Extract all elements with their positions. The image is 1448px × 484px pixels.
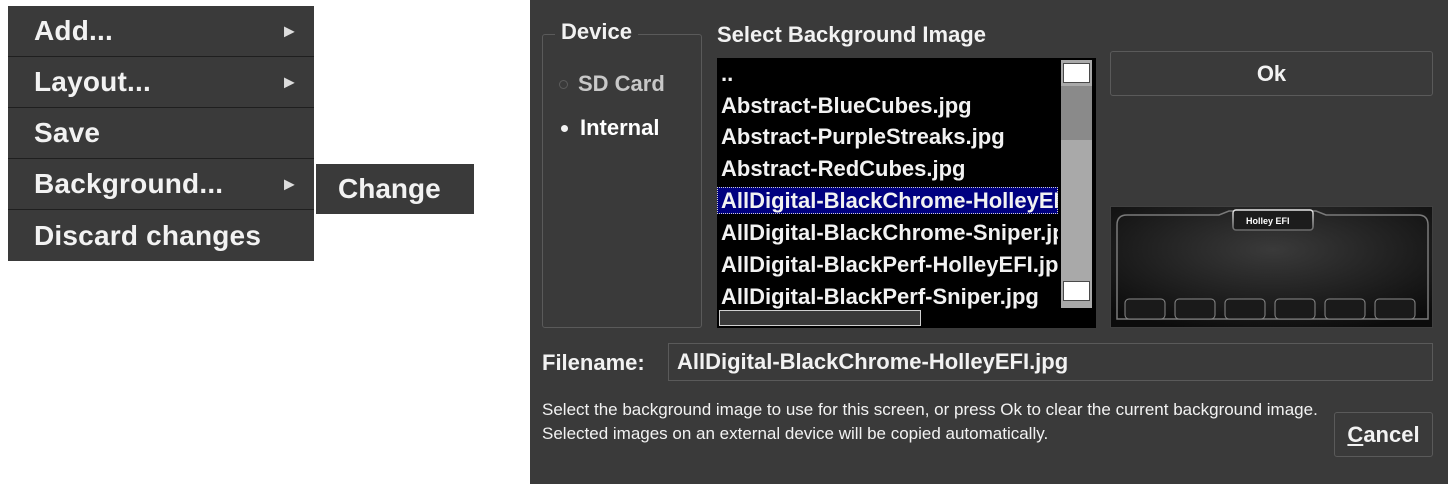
radio-unchecked-icon — [559, 79, 568, 89]
file-list[interactable]: .. Abstract-BlueCubes.jpg Abstract-Purpl… — [717, 58, 1096, 328]
menu-item-add[interactable]: Add... ▶ — [8, 6, 314, 57]
submenu-item-change[interactable]: Change — [316, 164, 474, 214]
filename-field[interactable] — [668, 343, 1433, 381]
radio-label: Internal — [580, 115, 660, 140]
radio-label: SD Card — [578, 71, 665, 96]
dashboard-preview-graphic: Holley EFI — [1111, 207, 1432, 327]
dialog-hint-text: Select the background image to use for t… — [542, 400, 1318, 443]
context-menu: Add... ▶ Layout... ▶ Save Background... … — [8, 6, 314, 261]
cancel-mnemonic: C — [1347, 421, 1364, 447]
menu-item-save[interactable]: Save — [8, 108, 314, 159]
menu-item-discard-changes[interactable]: Discard changes — [8, 210, 314, 261]
list-item[interactable]: AllDigital-BlackPerf-HolleyEFI.jpg — [717, 251, 1058, 278]
background-preview-image: Holley EFI — [1110, 206, 1433, 328]
device-group: Device SD Card Internal — [542, 19, 702, 328]
list-item[interactable]: Abstract-BlueCubes.jpg — [717, 92, 1058, 119]
submenu-arrow-icon: ▶ — [284, 22, 295, 39]
radio-internal[interactable]: Internal — [559, 115, 659, 141]
menu-item-label: Layout... — [34, 66, 151, 97]
list-item[interactable]: Abstract-RedCubes.jpg — [717, 155, 1058, 182]
list-item[interactable]: .. — [717, 60, 1058, 87]
scrollbar-thumb[interactable] — [1061, 86, 1092, 140]
ok-button-label: Ok — [1256, 60, 1287, 86]
ok-button[interactable]: Ok — [1110, 51, 1433, 96]
list-item-selected[interactable]: AllDigital-BlackChrome-HolleyEFI.jpg — [717, 187, 1058, 214]
submenu-arrow-icon: ▶ — [284, 175, 295, 192]
menu-item-layout[interactable]: Layout... ▶ — [8, 57, 314, 108]
submenu-item-label: Change — [338, 173, 441, 204]
menu-item-background[interactable]: Background... ▶ — [8, 159, 314, 210]
radio-sd-card[interactable]: SD Card — [559, 71, 665, 97]
filename-label: Filename: — [542, 350, 645, 375]
menu-item-label: Discard changes — [34, 219, 262, 251]
horizontal-scrollbar[interactable] — [719, 310, 921, 326]
vertical-scrollbar[interactable] — [1058, 58, 1096, 310]
device-group-legend: Device — [555, 19, 638, 45]
menu-item-label: Background... — [34, 168, 224, 199]
list-item[interactable]: AllDigital-BlackChrome-Sniper.jpg — [717, 219, 1058, 246]
background-image-dialog: Device SD Card Internal Select Backgroun… — [530, 0, 1448, 484]
cancel-button[interactable]: Cancel — [1334, 412, 1433, 457]
menu-item-label: Save — [34, 117, 101, 148]
holley-logo-text: Holley EFI — [1246, 216, 1290, 226]
radio-checked-icon — [561, 124, 568, 132]
submenu-arrow-icon: ▶ — [284, 73, 295, 90]
cancel-button-label: ancel — [1363, 421, 1420, 447]
list-item[interactable]: Abstract-PurpleStreaks.jpg — [717, 123, 1058, 150]
scroll-down-button[interactable] — [1063, 281, 1090, 301]
file-list-title: Select Background Image — [717, 22, 986, 47]
scroll-up-button[interactable] — [1063, 63, 1090, 83]
list-item[interactable]: AllDigital-BlackPerf-Sniper.jpg — [717, 283, 1058, 310]
menu-item-label: Add... — [34, 15, 113, 46]
